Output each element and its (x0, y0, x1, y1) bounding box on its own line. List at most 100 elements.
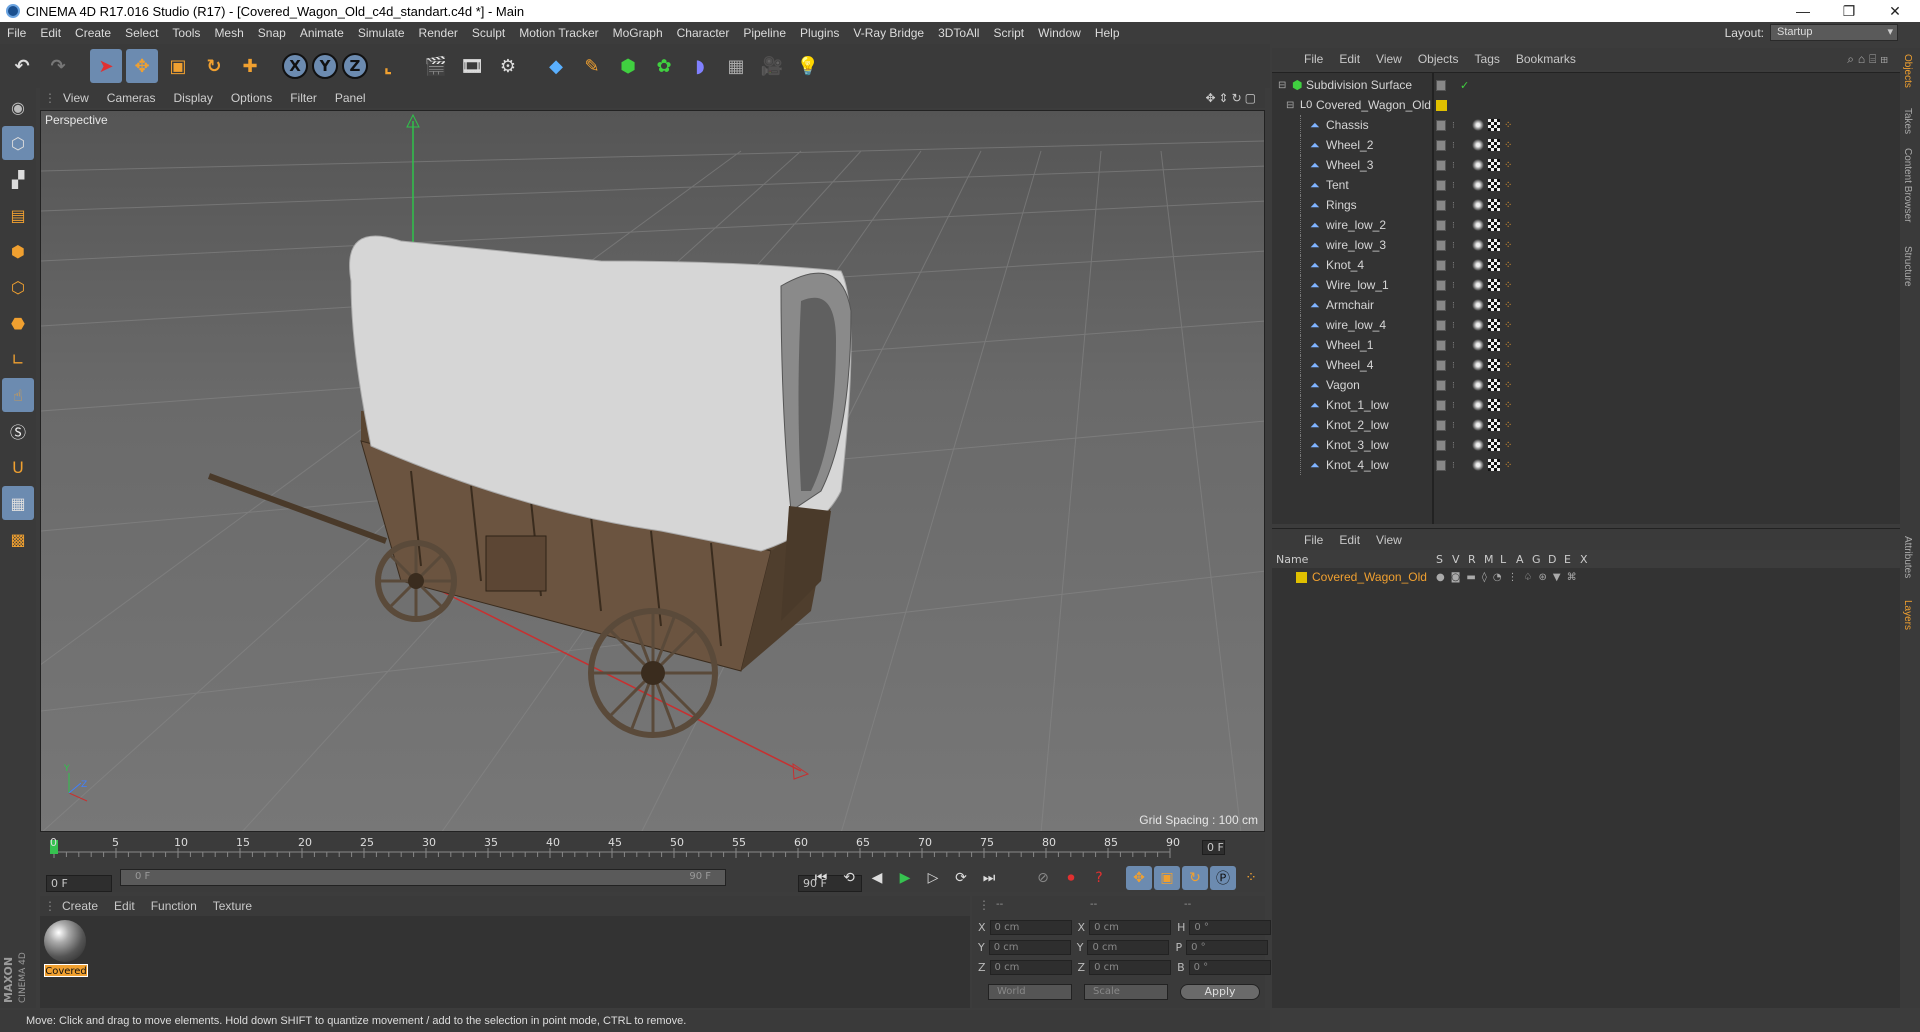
render-dots-icon[interactable]: ⁝ (1452, 360, 1455, 371)
uvw-tag-icon[interactable] (1488, 339, 1500, 351)
collapse-icon[interactable]: ⊟ (1278, 80, 1286, 91)
uvw-tag-icon[interactable] (1488, 319, 1500, 331)
key-pla-icon[interactable]: ⁘ (1238, 866, 1264, 890)
phong-tag-icon[interactable]: ⁘ (1504, 160, 1512, 171)
render-dots-icon[interactable]: ⁝ (1452, 340, 1455, 351)
visibility-toggle-icon[interactable] (1436, 239, 1446, 251)
om-menu-objects[interactable]: Objects (1410, 52, 1467, 66)
uvw-tag-icon[interactable] (1488, 439, 1500, 451)
mat-menu-edit[interactable]: Edit (106, 899, 143, 913)
next-key-icon[interactable]: ⟳ (948, 866, 974, 890)
render-dots-icon[interactable]: ⁝ (1452, 440, 1455, 451)
menu-animate[interactable]: Animate (293, 26, 351, 40)
render-dots-icon[interactable]: ⁝ (1452, 120, 1455, 131)
tab-content-browser[interactable]: Content Browser (1902, 148, 1913, 222)
visibility-toggle-icon[interactable] (1436, 259, 1446, 271)
menu-3dtoall[interactable]: 3DToAll (931, 26, 986, 40)
object-row-child[interactable]: ⏶ Vagon ⁝ ⁘ (1272, 375, 1900, 395)
rotation-p-field[interactable]: 0 ° (1186, 940, 1269, 955)
object-row-child[interactable]: ⏶ Wire_low_1 ⁝ ⁘ (1272, 275, 1900, 295)
key-scale-icon[interactable]: ▣ (1154, 866, 1180, 890)
visibility-toggle-icon[interactable] (1436, 179, 1446, 191)
visibility-toggle-icon[interactable] (1436, 139, 1446, 151)
grid-snap-icon[interactable]: ▩ (2, 522, 34, 556)
material-swatch[interactable]: Covered (44, 920, 88, 977)
phong-tag-icon[interactable]: ⁘ (1504, 300, 1512, 311)
layer-row[interactable]: Covered_Wagon_Old ●◙▬◊◔⋮♤⊛▼⌘ (1272, 569, 1900, 585)
uvw-tag-icon[interactable] (1488, 419, 1500, 431)
menu-help[interactable]: Help (1088, 26, 1127, 40)
object-row-root[interactable]: ⊟ ⬢ Subdivision Surface ✓ (1272, 75, 1900, 95)
visibility-toggle-icon[interactable] (1436, 219, 1446, 231)
om-menu-bookmarks[interactable]: Bookmarks (1508, 52, 1584, 66)
tweak-mode-icon[interactable]: ☝ (2, 378, 34, 412)
material-tag-icon[interactable] (1472, 399, 1484, 411)
tab-takes[interactable]: Takes (1902, 108, 1913, 134)
y-axis-lock-icon[interactable]: Y (312, 53, 338, 79)
move-tool-icon[interactable]: ✥ (126, 49, 158, 83)
om-menu-view[interactable]: View (1368, 52, 1410, 66)
object-row-group[interactable]: ⊟ L0 Covered_Wagon_Old (1272, 95, 1900, 115)
om-menu-edit[interactable]: Edit (1331, 52, 1368, 66)
workplane-mode-icon[interactable]: ▤ (2, 198, 34, 232)
material-tag-icon[interactable] (1472, 139, 1484, 151)
menu-simulate[interactable]: Simulate (351, 26, 412, 40)
tab-objects[interactable]: Objects (1902, 54, 1913, 88)
material-tag-icon[interactable] (1472, 319, 1484, 331)
render-dots-icon[interactable]: ⁝ (1452, 460, 1455, 471)
visibility-toggle-icon[interactable] (1436, 319, 1446, 331)
menu-create[interactable]: Create (68, 26, 118, 40)
render-dots-icon[interactable]: ⁝ (1452, 380, 1455, 391)
material-tag-icon[interactable] (1472, 119, 1484, 131)
prev-frame-icon[interactable]: ◀ (864, 866, 890, 890)
render-dots-icon[interactable]: ⁝ (1452, 300, 1455, 311)
object-row-child[interactable]: ⏶ Chassis ⁝ ⁘ (1272, 115, 1900, 135)
material-tag-icon[interactable] (1472, 259, 1484, 271)
visibility-toggle-icon[interactable] (1436, 459, 1446, 471)
uvw-tag-icon[interactable] (1488, 159, 1500, 171)
material-tag-icon[interactable] (1472, 459, 1484, 471)
menu-window[interactable]: Window (1031, 26, 1088, 40)
motion-record-icon[interactable]: ⊘ (1030, 866, 1056, 890)
mat-menu-function[interactable]: Function (143, 899, 205, 913)
visibility-toggle-icon[interactable] (1436, 119, 1446, 131)
vp-menu-filter[interactable]: Filter (281, 91, 326, 105)
collapse-icon[interactable]: ⊟ (1286, 100, 1294, 111)
snap-icon[interactable]: Ⓢ (2, 414, 34, 448)
close-button[interactable]: ✕ (1872, 0, 1918, 22)
uvw-tag-icon[interactable] (1488, 219, 1500, 231)
render-dots-icon[interactable]: ⁝ (1452, 420, 1455, 431)
deformer-icon[interactable]: ◗ (684, 49, 716, 83)
apply-button[interactable]: Apply (1180, 984, 1260, 1000)
prev-key-icon[interactable]: ⟲ (836, 866, 862, 890)
z-axis-lock-icon[interactable]: Z (342, 53, 368, 79)
menu-mesh[interactable]: Mesh (207, 26, 250, 40)
layer-flag-icons[interactable]: ●◙▬◊◔⋮♤⊛▼⌘ (1436, 572, 1583, 583)
menu-sculpt[interactable]: Sculpt (465, 26, 512, 40)
camera-icon[interactable]: 🎥 (756, 49, 788, 83)
material-tag-icon[interactable] (1472, 339, 1484, 351)
coordinate-system-icon[interactable]: ⌞ (372, 49, 404, 83)
object-row-child[interactable]: ⏶ Knot_2_low ⁝ ⁘ (1272, 415, 1900, 435)
tab-layers[interactable]: Layers (1902, 600, 1913, 630)
tab-structure[interactable]: Structure (1902, 246, 1913, 287)
vp-menu-display[interactable]: Display (164, 91, 221, 105)
object-row-child[interactable]: ⏶ wire_low_4 ⁝ ⁘ (1272, 315, 1900, 335)
om-menu-file[interactable]: File (1296, 52, 1331, 66)
material-tag-icon[interactable] (1472, 419, 1484, 431)
make-editable-icon[interactable]: ◉ (2, 90, 34, 124)
layer-color-icon[interactable] (1436, 99, 1447, 111)
phong-tag-icon[interactable]: ⁘ (1504, 140, 1512, 151)
om-menu-tags[interactable]: Tags (1467, 52, 1508, 66)
render-dots-icon[interactable]: ⁝ (1452, 400, 1455, 411)
object-row-child[interactable]: ⏶ Knot_4 ⁝ ⁘ (1272, 255, 1900, 275)
phong-tag-icon[interactable]: ⁘ (1504, 420, 1512, 431)
material-tag-icon[interactable] (1472, 299, 1484, 311)
current-frame-field[interactable]: 0 F (1202, 840, 1225, 855)
model-mode-icon[interactable]: ⬡ (2, 126, 34, 160)
material-tag-icon[interactable] (1472, 199, 1484, 211)
om-search-home-icons[interactable]: ⌕⌂⌸⊞ (1847, 52, 1892, 67)
object-row-child[interactable]: ⏶ Armchair ⁝ ⁘ (1272, 295, 1900, 315)
transform-tool-icon[interactable]: ✚ (234, 49, 266, 83)
material-tag-icon[interactable] (1472, 379, 1484, 391)
